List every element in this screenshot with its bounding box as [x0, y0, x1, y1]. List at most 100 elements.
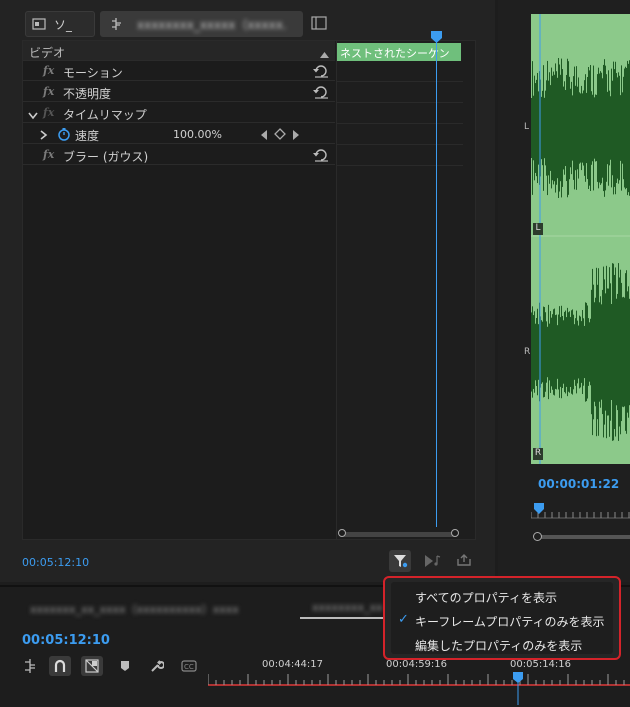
stopwatch-icon[interactable]	[57, 127, 71, 144]
left-channel-label: L	[524, 122, 530, 132]
waveform-bar	[565, 89, 566, 167]
effect-timeline[interactable]: ネストされたシーケン	[336, 31, 476, 540]
waveform-bar	[536, 317, 537, 387]
waveform-bar	[566, 74, 567, 182]
opacity-label: 不透明度	[63, 87, 112, 101]
menu-item-show-keyframed-properties[interactable]: キーフレームプロパティのみを表示	[415, 613, 604, 630]
zoom-handle-left[interactable]	[338, 529, 346, 537]
fx-icon[interactable]: fx	[43, 148, 54, 161]
timeline-tab-2[interactable]: xxxxxxxx_xx	[312, 601, 383, 614]
collapse-up-icon[interactable]	[320, 47, 329, 61]
waveform-bar	[594, 97, 595, 159]
waveform-bar	[572, 95, 573, 161]
waveform-bar	[593, 284, 594, 420]
reset-icon[interactable]	[313, 148, 329, 162]
waveform-bar	[579, 92, 580, 164]
chevron-down-icon[interactable]	[28, 109, 38, 123]
waveform-bar	[542, 321, 543, 383]
waveform-bar	[555, 315, 556, 389]
prev-keyframe-icon[interactable]	[261, 129, 268, 143]
time-remap-row[interactable]: fx タイムリマップ	[23, 103, 335, 123]
linked-selection-icon[interactable]	[81, 656, 103, 676]
speed-row[interactable]: 速度 100.00%	[23, 124, 335, 144]
wrench-icon[interactable]	[146, 656, 168, 676]
speed-value[interactable]: 100.00%	[173, 128, 222, 141]
source-time-ruler[interactable]	[531, 503, 630, 519]
zoom-handle-right[interactable]	[451, 529, 459, 537]
waveform-bar	[604, 59, 605, 197]
waveform-bar	[594, 302, 595, 402]
ec-timecode[interactable]: 00:05:12:10	[22, 556, 89, 569]
waveform-bar	[562, 69, 563, 187]
fx-icon[interactable]: fx	[43, 85, 54, 98]
waveform-bar	[569, 76, 570, 180]
source-timecode[interactable]: 00:00:01:22	[538, 477, 619, 491]
waveform-bar	[546, 80, 547, 176]
waveform-bar	[613, 61, 614, 195]
source-zoom-handle[interactable]	[533, 532, 542, 541]
video-header-row[interactable]: ビデオ	[23, 41, 335, 61]
add-keyframe-icon[interactable]	[274, 128, 286, 143]
tab-source[interactable]: ソ_	[25, 11, 95, 37]
waveform-bar	[531, 312, 532, 392]
next-keyframe-icon[interactable]	[292, 129, 299, 143]
waveform-bar	[563, 320, 564, 384]
waveform-bar	[572, 309, 573, 395]
panel-menu-icon[interactable]	[311, 16, 327, 30]
waveform-bar	[558, 58, 559, 198]
waveform-bar	[538, 91, 539, 165]
waveform-bar	[582, 93, 583, 163]
waveform-bar	[556, 71, 557, 185]
export-icon[interactable]	[456, 553, 472, 570]
opacity-row[interactable]: fx 不透明度	[23, 82, 335, 102]
nested-sequence-clip[interactable]: ネストされたシーケン	[337, 43, 461, 61]
waveform-bar	[589, 70, 590, 186]
waveform-bar	[552, 314, 553, 390]
waveform-bar	[548, 304, 549, 400]
snap-magnet-icon[interactable]	[49, 656, 71, 676]
waveform-bar	[543, 306, 544, 398]
timeline-tab-1[interactable]: xxxxxxx_xx_xxxx（xxxxxxxxxx）xxxx	[30, 601, 239, 617]
menu-item-show-all-properties[interactable]: すべてのプロパティを表示	[415, 589, 557, 606]
waveform-bar	[592, 94, 593, 162]
filter-properties-button[interactable]	[389, 550, 411, 572]
waveform-bar	[571, 81, 572, 175]
chevron-right-icon[interactable]	[40, 129, 48, 143]
blur-row[interactable]: fx ブラー (ガウス)	[23, 145, 335, 165]
add-marker-icon[interactable]	[114, 656, 136, 676]
waveform-bar	[590, 318, 591, 386]
waveform-bar	[617, 293, 618, 411]
fx-icon[interactable]: fx	[43, 64, 54, 77]
waveform-bar	[576, 66, 577, 190]
timeline-ruler[interactable]	[208, 672, 630, 705]
waveform-bar	[537, 308, 538, 396]
waveform-bar	[597, 284, 598, 420]
waveform-bar	[577, 86, 578, 170]
reset-icon[interactable]	[313, 85, 329, 99]
zoom-scrollbar[interactable]	[342, 532, 456, 537]
captions-icon[interactable]: CC	[178, 656, 200, 676]
source-zoom-bar[interactable]	[538, 535, 630, 539]
waveform-bar	[547, 326, 548, 378]
reset-icon[interactable]	[313, 64, 329, 78]
waveform-bar	[534, 311, 535, 393]
motion-row[interactable]: fx モーション	[23, 61, 335, 81]
source-monitor-icon	[32, 17, 46, 31]
play-audio-icon[interactable]	[424, 554, 442, 571]
waveform-bar	[544, 97, 545, 159]
timeline-timecode[interactable]: 00:05:12:10	[22, 633, 110, 648]
playhead-handle[interactable]	[431, 31, 442, 46]
tab-effect-controls[interactable]: xxxxxxxx_xxxxx（xxxxx...	[100, 11, 303, 37]
waveform-bar	[609, 90, 610, 166]
waveform-bar	[531, 98, 532, 158]
nest-toggle-icon[interactable]	[19, 656, 41, 676]
waveform-bar	[592, 268, 593, 436]
waveform-bar	[551, 67, 552, 189]
right-channel-label: R	[524, 347, 531, 357]
waveform-bar	[591, 289, 592, 415]
menu-item-show-edited-properties[interactable]: 編集したプロパティのみを表示	[415, 637, 582, 654]
tab-sequence-label: xxxxxxxx_xxxxx（xxxxx...	[137, 17, 287, 32]
waveform-bar	[538, 324, 539, 380]
waveform-bar	[582, 310, 583, 394]
blur-label: ブラー (ガウス)	[63, 150, 149, 164]
